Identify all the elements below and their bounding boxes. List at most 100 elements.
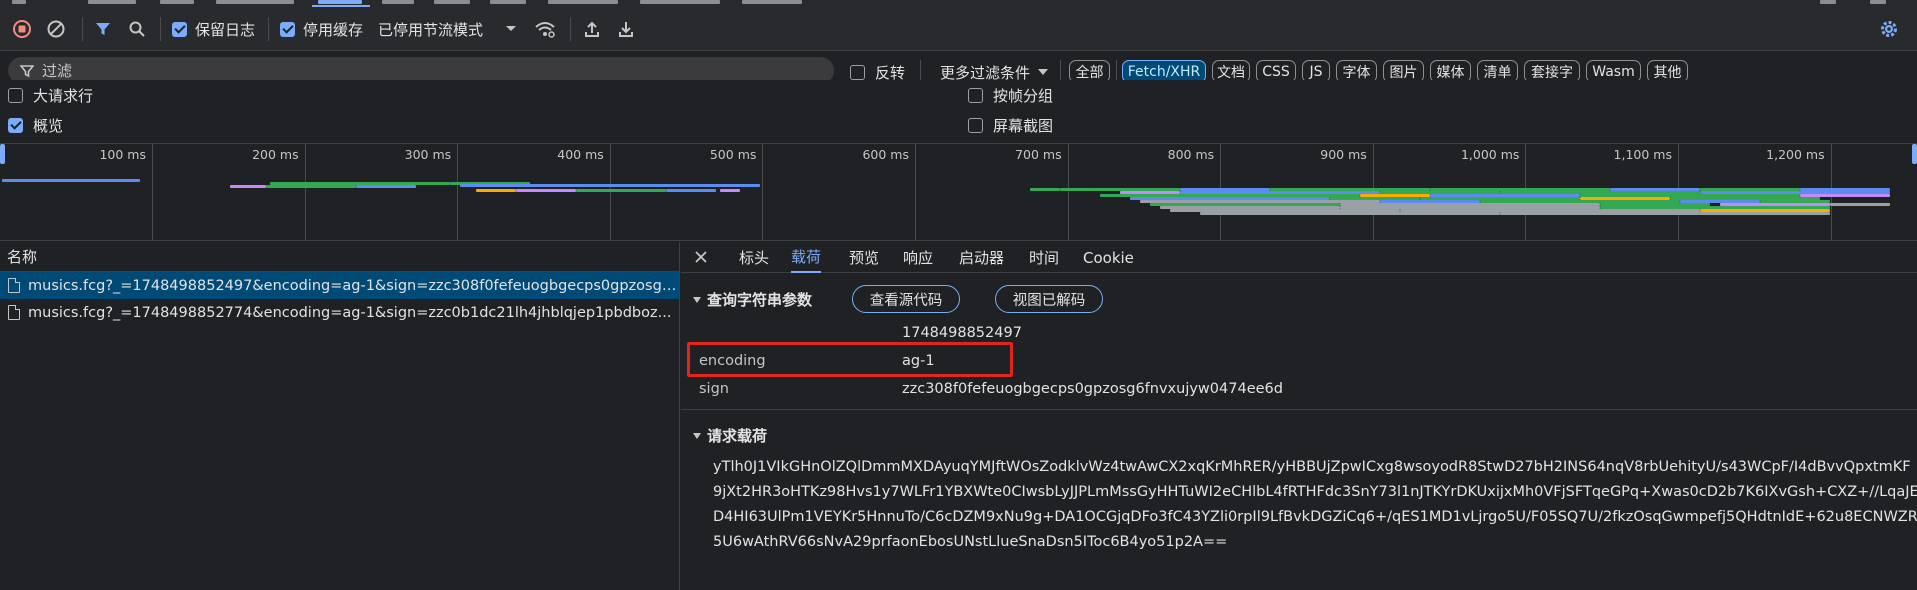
clear-button[interactable] bbox=[42, 7, 70, 51]
checkbox-unchecked[interactable] bbox=[850, 64, 865, 80]
request-row[interactable]: musics.fcg?_=1748498852774&encoding=ag-1… bbox=[0, 299, 679, 326]
tab-fragment bbox=[640, 0, 720, 4]
gear-icon bbox=[1881, 21, 1897, 37]
throttling-value: 已停用节流模式 bbox=[378, 20, 484, 39]
stop-recording-button[interactable] bbox=[8, 7, 36, 51]
overview-request-bar bbox=[1830, 203, 1890, 206]
payload-line: yTlh0J1VIkGHnOlZQlDmmMXDAyuqYMJftWOsZodk… bbox=[713, 459, 1911, 475]
overview-tick-label: 200 ms bbox=[252, 147, 299, 162]
column-header-name[interactable]: 名称 bbox=[0, 242, 679, 272]
tab-headers[interactable]: 标头 bbox=[739, 242, 769, 273]
caret-down-icon bbox=[1038, 68, 1049, 75]
query-params-section-header[interactable]: 查询字符串参数 bbox=[693, 289, 812, 310]
export-har-button[interactable] bbox=[612, 7, 640, 51]
options-row-1: 大请求行 按帧分组 bbox=[0, 80, 1917, 110]
toolbar-separator bbox=[570, 17, 571, 41]
toolbar-separator bbox=[82, 17, 83, 41]
param-key: sign bbox=[699, 381, 729, 397]
close-detail-button[interactable] bbox=[691, 247, 711, 267]
overview-checkbox[interactable]: 概览 bbox=[8, 110, 63, 140]
overview-request-bar bbox=[516, 189, 576, 192]
network-settings-button[interactable] bbox=[1874, 7, 1904, 51]
overview-gridline bbox=[609, 144, 611, 240]
expand-triangle-icon bbox=[693, 296, 701, 303]
upload-icon bbox=[585, 21, 599, 37]
checkbox-unchecked[interactable] bbox=[968, 117, 983, 133]
tab-cookies[interactable]: Cookie bbox=[1083, 242, 1134, 273]
search-icon bbox=[129, 21, 145, 37]
overview-tick-label: 700 ms bbox=[1015, 147, 1062, 162]
tab-fragment bbox=[1820, 0, 1836, 4]
checkbox-unchecked[interactable] bbox=[968, 87, 983, 103]
section-divider bbox=[681, 409, 1917, 410]
preserve-log-checkbox[interactable]: 保留日志 bbox=[172, 7, 255, 51]
checkbox-checked[interactable] bbox=[280, 21, 295, 37]
overview-timeline[interactable]: 100 ms 200 ms 300 ms 400 ms 500 ms 600 ms 700 … bbox=[0, 143, 1917, 241]
overview-request-bar bbox=[270, 182, 450, 185]
tab-fragment bbox=[742, 0, 802, 4]
big-request-rows-checkbox[interactable]: 大请求行 bbox=[8, 80, 93, 110]
disable-cache-checkbox[interactable]: 停用缓存 bbox=[280, 7, 363, 51]
view-decoded-button[interactable]: 视图已解码 bbox=[995, 285, 1103, 313]
toolbar-separator bbox=[268, 17, 269, 41]
tab-initiator[interactable]: 启动器 bbox=[959, 242, 1004, 273]
overview-left-handle[interactable] bbox=[0, 144, 5, 164]
tab-fragment bbox=[434, 0, 470, 4]
tab-fragment bbox=[382, 0, 414, 4]
tab-response[interactable]: 响应 bbox=[903, 242, 933, 273]
payload-line: 9jXt2HR3oHTKz98Hvs1y7WLFr1YBXWte0CIwsbLy… bbox=[713, 484, 1917, 500]
tab-fragment bbox=[1870, 0, 1886, 4]
tab-timing[interactable]: 时间 bbox=[1029, 242, 1059, 273]
tab-fragment bbox=[12, 0, 26, 4]
view-source-button[interactable]: 查看源代码 bbox=[852, 285, 960, 313]
toolbar-separator bbox=[1116, 60, 1117, 82]
preserve-log-label: 保留日志 bbox=[195, 20, 256, 39]
overview-gridline bbox=[152, 144, 153, 240]
request-payload-section-header[interactable]: 请求载荷 bbox=[693, 425, 767, 446]
throttling-select[interactable]: 已停用节流模式 bbox=[378, 7, 517, 51]
overview-tick-label: 100 ms bbox=[99, 147, 146, 162]
screenshots-checkbox[interactable]: 屏幕截图 bbox=[968, 110, 1053, 140]
tab-payload[interactable]: 载荷 bbox=[791, 242, 822, 273]
param-value: zzc308f0fefeuogbgecps0gpzosg6fnvxujyw047… bbox=[902, 381, 1283, 397]
param-key: encoding bbox=[699, 353, 766, 369]
payload-line: D4HI63UlPm1VEYKr5HnnuTo/C6cDZM9xNu9g+DA1… bbox=[713, 509, 1917, 525]
network-conditions-button[interactable] bbox=[530, 7, 560, 51]
group-by-frame-checkbox[interactable]: 按帧分组 bbox=[968, 80, 1053, 110]
download-icon bbox=[619, 22, 633, 37]
overview-right-handle[interactable] bbox=[1912, 144, 1917, 164]
request-row[interactable]: musics.fcg?_=1748498852497&encoding=ag-1… bbox=[0, 272, 679, 299]
expand-triangle-icon bbox=[693, 432, 701, 439]
overview-gridline bbox=[457, 144, 459, 240]
file-icon bbox=[8, 305, 20, 320]
wifi-settings-icon bbox=[535, 22, 555, 38]
record-icon bbox=[13, 20, 31, 38]
param-value: 1748498852497 bbox=[902, 325, 1022, 341]
screenshots-label: 屏幕截图 bbox=[993, 116, 1054, 135]
tab-fragment bbox=[548, 0, 618, 4]
devtools-tab-strip bbox=[0, 0, 1917, 7]
overview-tick-label: 300 ms bbox=[404, 147, 452, 162]
filter-placeholder: 过滤 bbox=[42, 62, 73, 80]
checkbox-checked[interactable] bbox=[172, 21, 187, 37]
close-icon bbox=[695, 251, 707, 263]
overview-gridline bbox=[762, 144, 764, 240]
checkbox-unchecked[interactable] bbox=[8, 87, 23, 103]
import-har-button[interactable] bbox=[578, 7, 606, 51]
overview-request-bar bbox=[476, 189, 516, 192]
tab-fragment bbox=[216, 0, 294, 4]
request-name: musics.fcg?_=1748498852774&encoding=ag-1… bbox=[28, 304, 672, 321]
query-params-title: 查询字符串参数 bbox=[707, 291, 813, 309]
overview-request-bar bbox=[1500, 212, 1830, 215]
toolbar-separator bbox=[160, 17, 161, 41]
overview-tick-label: 600 ms bbox=[862, 147, 909, 162]
payload-line: 5U6wAthRV66sNvA29prfaonEbosUNstLlueSnaDs… bbox=[713, 534, 1228, 550]
filter-toggle-button[interactable] bbox=[90, 7, 116, 51]
search-button[interactable] bbox=[124, 7, 150, 51]
clear-icon bbox=[47, 20, 65, 38]
caret-down-icon bbox=[506, 26, 517, 31]
checkbox-checked[interactable] bbox=[8, 117, 23, 133]
overview-request-bar bbox=[666, 189, 716, 192]
funnel-icon bbox=[20, 64, 34, 77]
tab-preview[interactable]: 预览 bbox=[849, 242, 879, 273]
